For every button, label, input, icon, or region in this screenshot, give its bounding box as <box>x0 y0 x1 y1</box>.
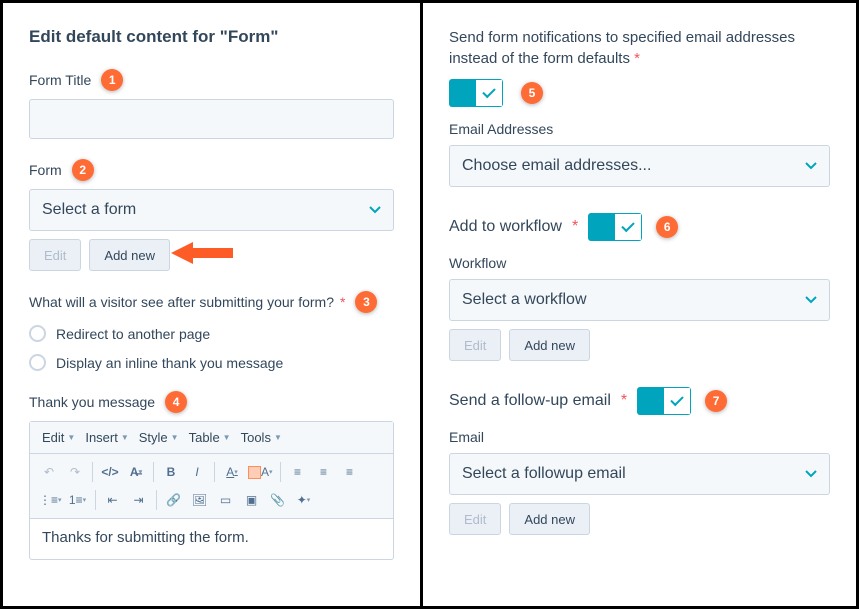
annotation-4: 4 <box>165 391 187 413</box>
separator <box>153 462 154 482</box>
rte-menu-tools[interactable]: Tools▼ <box>237 428 286 447</box>
rte-menubar: Edit▼ Insert▼ Style▼ Table▼ Tools▼ <box>30 422 393 454</box>
redo-icon[interactable]: ↷ <box>62 460 88 484</box>
followup-add-new-button[interactable]: Add new <box>509 503 590 535</box>
align-center-icon[interactable]: ≡ <box>311 460 337 484</box>
followup-toggle[interactable] <box>637 387 691 415</box>
check-icon <box>621 219 634 232</box>
rte-toolbars: ↶ ↷ </> A̶▾ B I A▾ A▾ ≡ ≡ ≡ <box>30 454 393 519</box>
chevron-down-icon <box>805 294 817 306</box>
separator <box>280 462 281 482</box>
number-list-icon[interactable]: 1≡▾ <box>65 488 91 512</box>
annotation-5: 5 <box>521 82 543 104</box>
annotation-7: 7 <box>705 390 727 412</box>
embed-icon[interactable]: ▣ <box>239 488 265 512</box>
email-addresses-select[interactable]: Choose email addresses... <box>449 145 830 187</box>
followup-email-select[interactable]: Select a followup email <box>449 453 830 495</box>
workflow-toggle[interactable] <box>588 213 642 241</box>
workflow-label: Workflow <box>449 255 830 271</box>
email-addresses-label: Email Addresses <box>449 121 830 137</box>
after-submit-label: What will a visitor see after submitting… <box>29 291 394 313</box>
video-icon[interactable]: ▭ <box>213 488 239 512</box>
rte-menu-edit[interactable]: Edit▼ <box>38 428 79 447</box>
panel-heading: Edit default content for "Form" <box>29 27 394 47</box>
workflow-toggle-label: Add to workflow <box>449 218 562 236</box>
required-asterisk: * <box>572 218 578 236</box>
form-edit-button: Edit <box>29 239 81 271</box>
separator <box>92 462 93 482</box>
check-icon <box>670 393 683 406</box>
rte-menu-insert[interactable]: Insert▼ <box>81 428 132 447</box>
indent-icon[interactable]: ⇥ <box>126 488 152 512</box>
cta-icon[interactable]: 📎 <box>265 488 291 512</box>
link-icon[interactable]: 🔗 <box>161 488 187 512</box>
clear-format-icon[interactable]: A̶▾ <box>123 460 149 484</box>
annotation-arrow <box>171 242 233 264</box>
text-color-icon[interactable]: A▾ <box>219 460 245 484</box>
bg-color-icon[interactable]: A▾ <box>245 460 276 484</box>
email-addresses-group: Email Addresses Choose email addresses..… <box>449 121 830 187</box>
rich-text-editor: Edit▼ Insert▼ Style▼ Table▼ Tools▼ ↶ ↷ <… <box>29 421 394 560</box>
form-title-input[interactable] <box>29 99 394 139</box>
rte-content[interactable]: Thanks for submitting the form. <box>30 519 393 559</box>
italic-icon[interactable]: I <box>184 460 210 484</box>
workflow-edit-button: Edit <box>449 329 501 361</box>
chevron-down-icon <box>369 204 381 216</box>
separator <box>156 490 157 510</box>
left-panel: Edit default content for "Form" Form Tit… <box>3 3 423 606</box>
annotation-3: 3 <box>355 291 377 313</box>
thank-you-label: Thank you message 4 <box>29 391 394 413</box>
workflow-select[interactable]: Select a workflow <box>449 279 830 321</box>
notify-label: Send form notifications to specified ema… <box>449 27 830 69</box>
right-panel: Send form notifications to specified ema… <box>423 3 856 606</box>
required-asterisk: * <box>621 392 627 410</box>
align-left-icon[interactable]: ≡ <box>285 460 311 484</box>
split-frame: Edit default content for "Form" Form Tit… <box>0 0 859 609</box>
rte-menu-style[interactable]: Style▼ <box>135 428 183 447</box>
image-icon[interactable]: 🖼 <box>187 488 213 512</box>
annotation-1: 1 <box>101 69 123 91</box>
chevron-down-icon <box>805 468 817 480</box>
align-right-icon[interactable]: ≡ <box>337 460 363 484</box>
radio-icon <box>29 325 46 342</box>
workflow-group: Workflow Select a workflow Edit Add new <box>449 255 830 361</box>
followup-email-label: Email <box>449 429 830 445</box>
outdent-icon[interactable]: ⇤ <box>100 488 126 512</box>
form-title-group: Form Title 1 <box>29 69 394 139</box>
followup-edit-button: Edit <box>449 503 501 535</box>
after-submit-group: What will a visitor see after submitting… <box>29 291 394 371</box>
rte-menu-table[interactable]: Table▼ <box>185 428 235 447</box>
radio-icon <box>29 354 46 371</box>
undo-icon[interactable]: ↶ <box>36 460 62 484</box>
chevron-down-icon <box>805 160 817 172</box>
separator <box>95 490 96 510</box>
workflow-add-new-button[interactable]: Add new <box>509 329 590 361</box>
required-asterisk: * <box>340 294 345 310</box>
radio-redirect[interactable]: Redirect to another page <box>29 325 394 342</box>
email-followup-group: Email Select a followup email Edit Add n… <box>449 429 830 535</box>
radio-inline-thankyou[interactable]: Display an inline thank you message <box>29 354 394 371</box>
bold-icon[interactable]: B <box>158 460 184 484</box>
required-asterisk: * <box>634 50 640 67</box>
separator <box>214 462 215 482</box>
annotation-2: 2 <box>72 159 94 181</box>
form-add-new-button[interactable]: Add new <box>89 239 170 271</box>
annotation-6: 6 <box>656 216 678 238</box>
check-icon <box>482 85 495 98</box>
form-title-label: Form Title 1 <box>29 69 394 91</box>
form-label: Form 2 <box>29 159 394 181</box>
bullet-list-icon[interactable]: ⋮≡▾ <box>36 488 65 512</box>
thank-you-group: Thank you message 4 Edit▼ Insert▼ Style▼… <box>29 391 394 560</box>
source-code-icon[interactable]: </> <box>97 460 123 484</box>
notify-toggle[interactable] <box>449 79 503 107</box>
followup-toggle-label: Send a follow-up email <box>449 392 611 410</box>
more-icon[interactable]: ✦▾ <box>291 488 317 512</box>
form-select[interactable]: Select a form <box>29 189 394 231</box>
